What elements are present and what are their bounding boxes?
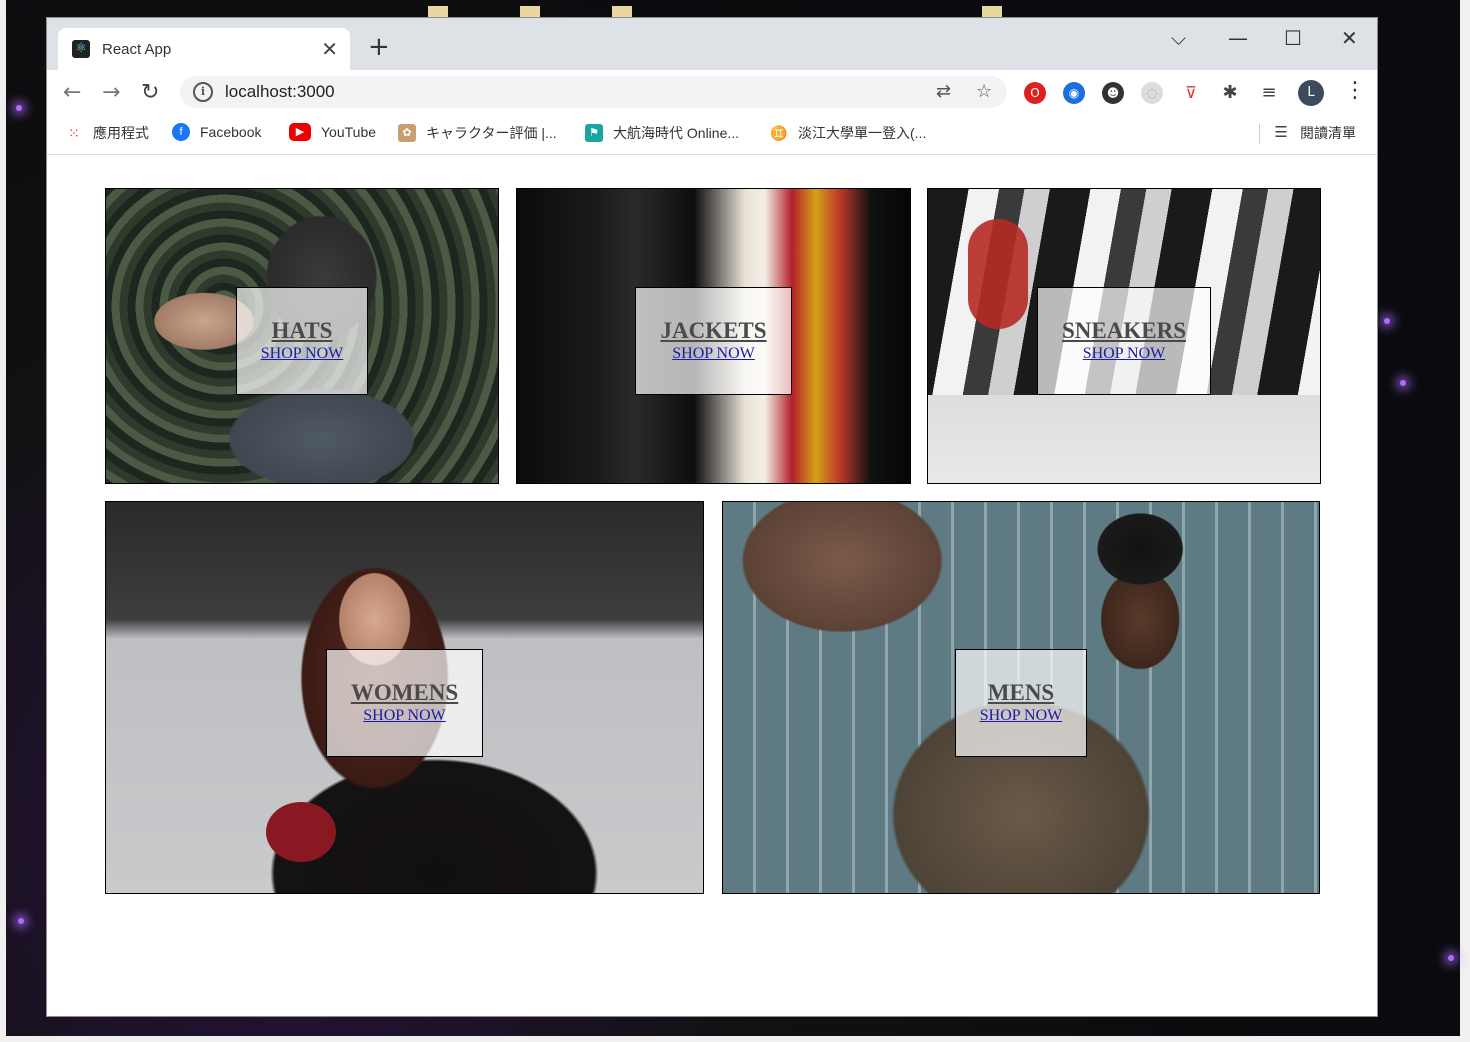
shop-now-link[interactable]: SHOP NOW — [672, 344, 755, 364]
site-info-icon[interactable]: i — [193, 82, 213, 102]
menu-item-title: HATS — [271, 318, 333, 343]
bookmarks-bar: ⁙ 應用程式 f Facebook ▶ YouTube ✿ キャラクター評価 |… — [47, 114, 1377, 155]
disabled-extension-icon[interactable]: ◌ — [1141, 82, 1163, 104]
reading-list-button[interactable]: ☰ 閱讀清單 — [1272, 123, 1356, 143]
extensions-puzzle-icon[interactable]: ✱ — [1219, 82, 1241, 104]
tab-title: React App — [102, 40, 172, 58]
profile-avatar[interactable]: L — [1298, 80, 1324, 106]
desktop-sparkle — [18, 918, 24, 924]
blue-extension-icon[interactable]: ◉ — [1063, 82, 1085, 104]
shop-now-link[interactable]: SHOP NOW — [261, 344, 344, 364]
tab-search-icon[interactable]: ⌵ — [1171, 26, 1186, 50]
menu-item-content[interactable]: HATS SHOP NOW — [235, 287, 369, 395]
bookmark-facebook[interactable]: f Facebook — [172, 123, 261, 141]
forward-arrow-icon[interactable]: → — [102, 80, 120, 105]
bookmark-game[interactable]: ⚑ 大航海時代 Online... — [585, 123, 739, 143]
page-content: HATS SHOP NOW JACKETS SHOP NOW SNEAKERS … — [47, 155, 1377, 1016]
menu-item-title: JACKETS — [660, 318, 767, 343]
browser-toolbar: ← → ↻ i localhost:3000 ⇄ ☆ O ◉ ☻ ◌ ⊽ ✱ ≡… — [47, 70, 1377, 114]
menu-item-womens[interactable]: WOMENS SHOP NOW — [105, 501, 704, 894]
close-window-icon[interactable]: ✕ — [1341, 26, 1358, 50]
reload-icon[interactable]: ↻ — [141, 80, 159, 105]
menu-item-title: WOMENS — [350, 679, 459, 705]
bookmark-university[interactable]: ♊ 淡江大學單一登入(... — [770, 123, 926, 143]
menu-item-content[interactable]: JACKETS SHOP NOW — [635, 287, 792, 395]
opera-extension-icon[interactable]: O — [1024, 82, 1046, 104]
sneaker-decoration — [968, 219, 1028, 329]
close-tab-icon[interactable]: ✕ — [321, 37, 338, 61]
ghost-extension-icon[interactable]: ☻ — [1102, 82, 1124, 104]
minimize-icon[interactable]: — — [1228, 26, 1248, 50]
menu-item-mens[interactable]: MENS SHOP NOW — [722, 501, 1320, 894]
menu-item-content[interactable]: SNEAKERS SHOP NOW — [1037, 287, 1211, 395]
bookmark-apps[interactable]: ⁙ 應用程式 — [65, 123, 149, 143]
desktop-decoration — [428, 6, 448, 18]
url-text[interactable]: localhost:3000 — [225, 82, 335, 102]
shop-now-link[interactable]: SHOP NOW — [980, 706, 1063, 726]
menu-item-title: MENS — [987, 679, 1055, 705]
address-bar[interactable]: i localhost:3000 ⇄ ☆ — [180, 76, 1007, 108]
media-control-icon[interactable]: ≡ — [1258, 82, 1280, 104]
menu-item-content[interactable]: WOMENS SHOP NOW — [325, 648, 484, 757]
bookmark-divider — [1259, 124, 1260, 144]
rose-decoration — [266, 802, 336, 862]
shop-now-link[interactable]: SHOP NOW — [1083, 344, 1166, 364]
menu-item-hats[interactable]: HATS SHOP NOW — [105, 188, 499, 484]
shop-now-link[interactable]: SHOP NOW — [363, 706, 446, 726]
desktop-edge — [0, 0, 6, 1042]
browser-window: ⚛ React App ✕ + ⌵ — ☐ ✕ ← → ↻ i localhos… — [47, 18, 1377, 1016]
reading-list-icon: ☰ — [1272, 124, 1290, 142]
new-tab-icon[interactable]: + — [368, 32, 390, 62]
title-bar: ⚛ React App ✕ + ⌵ — ☐ ✕ — [47, 18, 1377, 70]
pocket-extension-icon[interactable]: ⊽ — [1180, 82, 1202, 104]
maximize-icon[interactable]: ☐ — [1284, 26, 1302, 50]
game-site-icon: ⚑ — [585, 124, 603, 142]
youtube-icon: ▶ — [289, 123, 311, 141]
browser-tab[interactable]: ⚛ React App ✕ — [58, 28, 350, 70]
bookmark-character[interactable]: ✿ キャラクター評価 |... — [398, 123, 557, 143]
university-icon: ♊ — [770, 124, 788, 142]
menu-item-content[interactable]: MENS SHOP NOW — [954, 648, 1088, 757]
desktop-decoration — [612, 6, 632, 18]
react-favicon-icon: ⚛ — [72, 40, 90, 58]
back-arrow-icon[interactable]: ← — [63, 80, 81, 105]
character-site-icon: ✿ — [398, 124, 416, 142]
desktop-sparkle — [16, 105, 22, 111]
more-menu-icon[interactable]: ⋮ — [1344, 78, 1366, 103]
desktop-sparkle — [1384, 318, 1390, 324]
desktop-edge — [0, 1036, 1470, 1042]
desktop-decoration — [520, 6, 540, 18]
menu-item-sneakers[interactable]: SNEAKERS SHOP NOW — [927, 188, 1321, 484]
apps-grid-icon: ⁙ — [65, 124, 83, 142]
desktop-sparkle — [1400, 380, 1406, 386]
facebook-icon: f — [172, 123, 190, 141]
translate-icon[interactable]: ⇄ — [936, 81, 951, 102]
desktop-edge — [1460, 0, 1470, 1042]
desktop-decoration — [982, 6, 1002, 18]
bookmark-youtube[interactable]: ▶ YouTube — [289, 123, 376, 141]
bookmark-star-icon[interactable]: ☆ — [976, 81, 992, 102]
menu-item-jackets[interactable]: JACKETS SHOP NOW — [516, 188, 911, 484]
desktop-sparkle — [1448, 955, 1454, 961]
menu-item-title: SNEAKERS — [1062, 318, 1186, 343]
